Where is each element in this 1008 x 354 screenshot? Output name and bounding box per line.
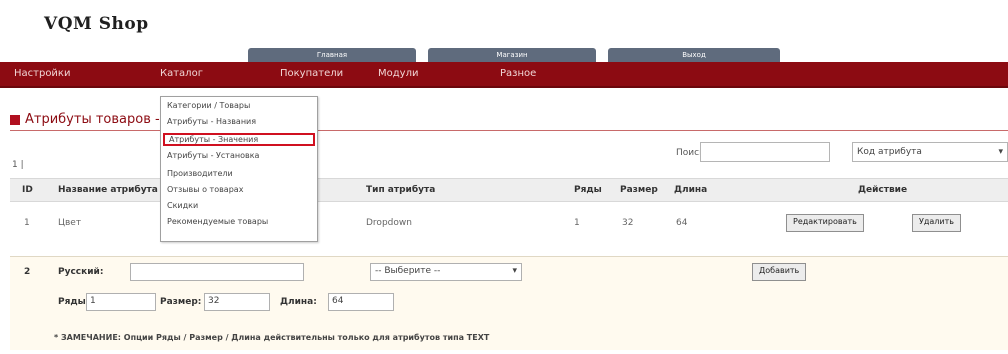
menu-item-discounts[interactable]: Скидки: [167, 201, 198, 210]
pager[interactable]: 1 |: [12, 160, 24, 170]
tab-logout[interactable]: Выход: [608, 48, 780, 62]
tab-shop[interactable]: Магазин: [428, 48, 596, 62]
search-input[interactable]: [700, 142, 830, 162]
nav-settings[interactable]: Настройки: [14, 68, 70, 79]
cell-id: 1: [24, 218, 30, 228]
menu-item-attr-values[interactable]: Атрибуты - Значения: [163, 133, 315, 146]
menu-item-reviews[interactable]: Отзывы о товарах: [167, 185, 243, 194]
nav-customers[interactable]: Покупатели: [280, 68, 343, 79]
col-id: ID: [22, 185, 33, 195]
menu-item-attr-setup[interactable]: Атрибуты - Установка: [167, 151, 259, 160]
main-navbar: Настройки Каталог Покупатели Модули Разн…: [0, 62, 1008, 88]
menu-item-manufacturers[interactable]: Производители: [167, 169, 233, 178]
logo: VQM Shop: [44, 14, 149, 34]
page-icon: [10, 114, 20, 125]
add-attribute-form: 2 Русский: -- Выберите -- ▾ Добавить Ряд…: [10, 256, 1008, 350]
chevron-down-icon: ▾: [998, 147, 1003, 157]
length-label: Длина:: [280, 297, 317, 307]
delete-button[interactable]: Удалить: [912, 214, 961, 232]
chevron-down-icon: ▾: [512, 266, 517, 276]
lang-label: Русский:: [58, 267, 104, 277]
size-input[interactable]: 32: [204, 293, 270, 311]
rows-label: Ряды:: [58, 297, 90, 307]
col-type: Тип атрибута: [366, 185, 436, 195]
menu-item-featured[interactable]: Рекомендуемые товары: [167, 217, 268, 226]
menu-item-attr-names[interactable]: Атрибуты - Названия: [167, 117, 256, 126]
rows-input[interactable]: 1: [86, 293, 156, 311]
cell-length: 64: [676, 218, 688, 228]
col-action: Действие: [858, 185, 908, 195]
type-select-value: -- Выберите --: [375, 266, 441, 276]
cell-rows: 1: [574, 218, 580, 228]
note-text: * ЗАМЕЧАНИЕ: Опции Ряды / Размер / Длина…: [54, 333, 490, 342]
nav-catalog[interactable]: Каталог: [160, 68, 203, 79]
col-name: Название атрибута: [58, 185, 158, 195]
sort-select[interactable]: Код атрибута ▾: [852, 142, 1008, 162]
tab-home[interactable]: Главная: [248, 48, 416, 62]
nav-misc[interactable]: Разное: [500, 68, 536, 79]
catalog-dropdown-menu: Категории / Товары Атрибуты - Названия А…: [160, 96, 318, 242]
type-select[interactable]: -- Выберите -- ▾: [370, 263, 522, 281]
length-input[interactable]: 64: [328, 293, 394, 311]
add-button[interactable]: Добавить: [752, 263, 807, 281]
cell-size: 32: [622, 218, 634, 228]
cell-name: Цвет: [58, 218, 82, 228]
col-size: Размер: [620, 185, 658, 195]
name-input[interactable]: [130, 263, 304, 281]
new-row-number: 2: [24, 267, 31, 277]
menu-item-categories[interactable]: Категории / Товары: [167, 101, 250, 110]
nav-modules[interactable]: Модули: [378, 68, 418, 79]
cell-type: Dropdown: [366, 218, 412, 228]
col-rows: Ряды: [574, 185, 602, 195]
sort-select-value: Код атрибута: [857, 147, 922, 157]
edit-button[interactable]: Редактировать: [786, 214, 864, 232]
col-length: Длина: [674, 185, 708, 195]
size-label: Размер:: [160, 297, 202, 307]
